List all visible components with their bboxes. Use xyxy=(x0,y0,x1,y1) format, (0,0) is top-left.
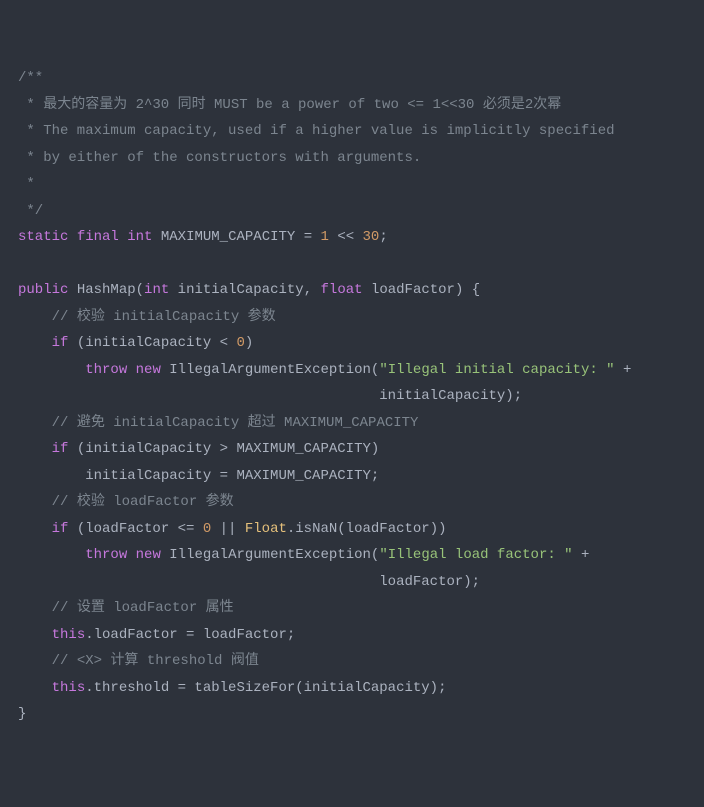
number: 0 xyxy=(236,335,244,351)
keyword-throw: throw xyxy=(85,547,127,563)
comment-line: * xyxy=(18,176,35,192)
comment-line: * 最大的容量为 2^30 同时 MUST be a power of two … xyxy=(18,97,561,113)
comment-line: /** xyxy=(18,70,43,86)
class-name: IllegalArgumentException xyxy=(169,547,371,563)
code-block: /** * 最大的容量为 2^30 同时 MUST be a power of … xyxy=(18,65,686,728)
comment-line: // 设置 loadFactor 属性 xyxy=(52,600,234,616)
statement: initialCapacity = MAXIMUM_CAPACITY; xyxy=(85,468,379,484)
keyword-if: if xyxy=(52,521,69,537)
plus: + xyxy=(615,362,632,378)
comment-line: // 校验 loadFactor 参数 xyxy=(52,494,234,510)
identifier: loadFactor); xyxy=(379,574,480,590)
paren-close-brace: ) { xyxy=(455,282,480,298)
brace-close: } xyxy=(18,706,26,722)
comment-line: */ xyxy=(18,203,43,219)
operator: = xyxy=(295,229,320,245)
comment-line: * by either of the constructors with arg… xyxy=(18,150,421,166)
number: 1 xyxy=(321,229,329,245)
or-operator: || xyxy=(211,521,245,537)
keyword-new: new xyxy=(136,362,161,378)
constant-name: MAXIMUM_CAPACITY xyxy=(161,229,295,245)
comment-line: // 校验 initialCapacity 参数 xyxy=(52,309,276,325)
keyword-final: final xyxy=(77,229,119,245)
operator: << xyxy=(329,229,363,245)
keyword-new: new xyxy=(136,547,161,563)
number: 30 xyxy=(363,229,380,245)
paren-close: ) xyxy=(245,335,253,351)
string-literal: "Illegal load factor: " xyxy=(379,547,572,563)
constructor-name: HashMap xyxy=(77,282,136,298)
condition-part: (loadFactor <= xyxy=(68,521,202,537)
comma: , xyxy=(304,282,321,298)
number: 0 xyxy=(203,521,211,537)
keyword-if: if xyxy=(52,335,69,351)
assignment: .threshold = tableSizeFor(initialCapacit… xyxy=(85,680,446,696)
type-int: int xyxy=(144,282,169,298)
condition: (initialCapacity < xyxy=(68,335,236,351)
keyword-if: if xyxy=(52,441,69,457)
semicolon: ; xyxy=(379,229,387,245)
keyword-this: this xyxy=(52,627,86,643)
keyword-throw: throw xyxy=(85,362,127,378)
keyword-static: static xyxy=(18,229,68,245)
plus: + xyxy=(573,547,590,563)
assignment: .loadFactor = loadFactor; xyxy=(85,627,295,643)
comment-line: // <X> 计算 threshold 阀值 xyxy=(52,653,259,669)
method-call: .isNaN(loadFactor)) xyxy=(287,521,447,537)
paren-open: ( xyxy=(136,282,144,298)
comment-line: * The maximum capacity, used if a higher… xyxy=(18,123,615,139)
class-float: Float xyxy=(245,521,287,537)
type-float: float xyxy=(321,282,363,298)
type-int: int xyxy=(127,229,152,245)
keyword-this: this xyxy=(52,680,86,696)
param: loadFactor xyxy=(371,282,455,298)
identifier: initialCapacity); xyxy=(379,388,522,404)
comment-line: // 避免 initialCapacity 超过 MAXIMUM_CAPACIT… xyxy=(52,415,419,431)
class-name: IllegalArgumentException xyxy=(169,362,371,378)
param: initialCapacity xyxy=(178,282,304,298)
condition: (initialCapacity > MAXIMUM_CAPACITY) xyxy=(68,441,379,457)
keyword-public: public xyxy=(18,282,68,298)
string-literal: "Illegal initial capacity: " xyxy=(379,362,614,378)
